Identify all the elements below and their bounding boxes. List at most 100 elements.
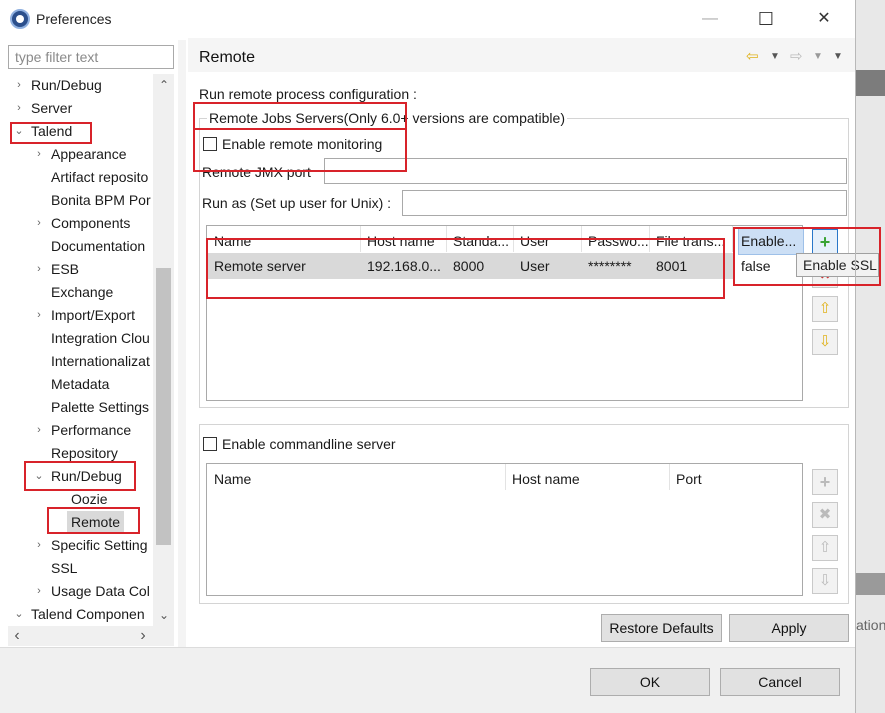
scroll-right-icon[interactable]: › — [134, 627, 152, 645]
tree-item-label: Run/Debug — [51, 468, 122, 484]
column-header-name[interactable]: Name — [207, 464, 505, 490]
minimize-button[interactable]: — — [690, 8, 730, 32]
enable-commandline-checkbox[interactable] — [203, 437, 217, 451]
enable-commandline-label: Enable commandline server — [222, 436, 396, 452]
cell-standard-port[interactable]: 8000 — [446, 253, 513, 279]
tree-item-talend[interactable]: ⌄ Talend — [8, 120, 174, 142]
cell-file-transfer[interactable]: 8001 — [649, 253, 732, 279]
ok-button[interactable]: OK — [590, 668, 710, 696]
tree-item-label: Usage Data Col — [51, 583, 150, 599]
tree-item-label: Import/Export — [51, 307, 136, 323]
tree-item-label: ESB — [51, 261, 80, 277]
tree-horizontal-scrollbar[interactable]: ‹ › — [8, 626, 174, 646]
cell-password[interactable]: ******** — [581, 253, 649, 279]
column-header-host-name[interactable]: Host name — [505, 464, 669, 490]
enable-ssl-tooltip: Enable SSL — [796, 253, 879, 277]
tree-item-label: Integration Clou — [51, 330, 150, 346]
chevron-right-icon[interactable]: › — [14, 74, 24, 96]
tree-item-label: Remote — [67, 511, 125, 533]
chevron-right-icon[interactable]: › — [34, 212, 44, 234]
talend-app-icon — [10, 9, 30, 29]
chevron-right-icon[interactable]: › — [34, 419, 44, 441]
tree-item-label: Documentation — [51, 238, 146, 254]
cell-name[interactable]: Remote server — [207, 253, 360, 279]
move-down-icon[interactable]: ⇩ — [812, 329, 838, 355]
tree-item-label: Internationalizat — [51, 353, 150, 369]
remote-servers-table: Name Host name Standa... User Passwo... … — [206, 225, 804, 401]
cell-enable-ssl[interactable]: false — [734, 253, 802, 279]
chevron-down-icon[interactable]: ⌄ — [14, 120, 24, 142]
window-title: Preferences — [36, 11, 112, 27]
remote-jmx-port-label: Remote JMX port — [202, 164, 311, 180]
back-dropdown-icon[interactable]: ▼ — [770, 51, 780, 62]
title-bar: Preferences — ☐ ✕ — [0, 0, 855, 38]
apply-button[interactable]: Apply — [729, 614, 849, 642]
enable-remote-monitoring-checkbox[interactable] — [203, 137, 217, 151]
tree-item-label: Appearance — [51, 146, 127, 162]
filter-input[interactable] — [8, 45, 174, 69]
view-menu-icon[interactable]: ▼ — [833, 51, 843, 62]
chevron-right-icon[interactable]: › — [34, 143, 44, 165]
background-bar — [855, 70, 885, 96]
chevron-down-icon[interactable]: ⌄ — [34, 465, 44, 487]
scroll-left-icon[interactable]: ‹ — [8, 627, 26, 645]
remote-jmx-port-input[interactable] — [324, 158, 847, 184]
column-header-enable-ssl[interactable]: Enable... — [734, 226, 802, 252]
forward-arrow-icon[interactable]: ⇨ — [790, 47, 803, 65]
tree-item-label: Components — [51, 215, 131, 231]
chevron-right-icon[interactable]: › — [34, 258, 44, 280]
tree-item-label: Exchange — [51, 284, 114, 300]
tree-item-label: Oozie — [71, 491, 108, 507]
scroll-down-icon[interactable]: ⌄ — [155, 606, 173, 624]
tree-item-label: Talend Componen — [31, 606, 145, 622]
close-button[interactable]: ✕ — [804, 8, 844, 32]
move-down-disabled-icon[interactable]: ⇩ — [812, 568, 838, 594]
move-up-icon[interactable]: ⇧ — [812, 296, 838, 322]
tree-item-label: Server — [31, 100, 73, 116]
tree-item-label: Bonita BPM Por — [51, 192, 151, 208]
tree-item-label: SSL — [51, 560, 78, 576]
cell-host-name[interactable]: 192.168.0... — [360, 253, 446, 279]
move-up-disabled-icon[interactable]: ⇧ — [812, 535, 838, 561]
chevron-right-icon[interactable]: › — [34, 580, 44, 602]
tree-item-label: Repository — [51, 445, 118, 461]
tree-item-label: Performance — [51, 422, 132, 438]
remote-jobs-group-title: Remote Jobs Servers(Only 6.0+ versions a… — [207, 110, 567, 126]
tree-scroll-thumb[interactable] — [156, 268, 171, 545]
add-commandline-icon[interactable]: + — [812, 469, 838, 495]
commandline-servers-table: Name Host name Port — [206, 463, 803, 596]
column-header-user[interactable]: User — [513, 226, 581, 252]
page-title: Remote — [199, 49, 256, 66]
chevron-right-icon[interactable]: › — [34, 534, 44, 556]
tree-item-run-debug[interactable]: › Run/Debug — [8, 74, 174, 96]
background-bar — [855, 573, 885, 595]
column-header-file-transfer[interactable]: File trans... — [649, 226, 732, 252]
cancel-button[interactable]: Cancel — [720, 668, 840, 696]
column-header-password[interactable]: Passwo... — [581, 226, 649, 252]
column-header-standard-port[interactable]: Standa... — [446, 226, 513, 252]
run-as-input[interactable] — [402, 190, 847, 216]
panel-divider[interactable] — [178, 40, 186, 648]
enable-remote-monitoring-label: Enable remote monitoring — [222, 136, 383, 152]
tree-item-label: Talend — [31, 123, 73, 139]
add-server-icon[interactable]: + — [812, 229, 838, 255]
tree-item-talend-components[interactable]: ⌄ Talend Componen — [8, 603, 174, 625]
column-header-port[interactable]: Port — [669, 464, 799, 490]
run-as-label: Run as (Set up user for Unix) : — [202, 195, 392, 211]
cell-user[interactable]: User — [513, 253, 581, 279]
scroll-up-icon[interactable]: ⌃ — [155, 76, 173, 94]
back-arrow-icon[interactable]: ⇦ — [746, 47, 759, 65]
chevron-down-icon[interactable]: ⌄ — [14, 603, 24, 625]
remove-commandline-icon[interactable]: ✖ — [812, 502, 838, 528]
forward-dropdown-icon[interactable]: ▼ — [813, 51, 823, 62]
background-text: ation — [856, 617, 885, 633]
run-remote-label: Run remote process configuration : — [199, 86, 417, 102]
maximize-button[interactable]: ☐ — [746, 8, 786, 32]
restore-defaults-button[interactable]: Restore Defaults — [601, 614, 722, 642]
tree-item-label: Palette Settings — [51, 399, 150, 415]
tree-item-server[interactable]: › Server — [8, 97, 174, 119]
chevron-right-icon[interactable]: › — [34, 304, 44, 326]
column-header-name[interactable]: Name — [207, 226, 360, 252]
column-header-host-name[interactable]: Host name — [360, 226, 446, 252]
chevron-right-icon[interactable]: › — [14, 97, 24, 119]
